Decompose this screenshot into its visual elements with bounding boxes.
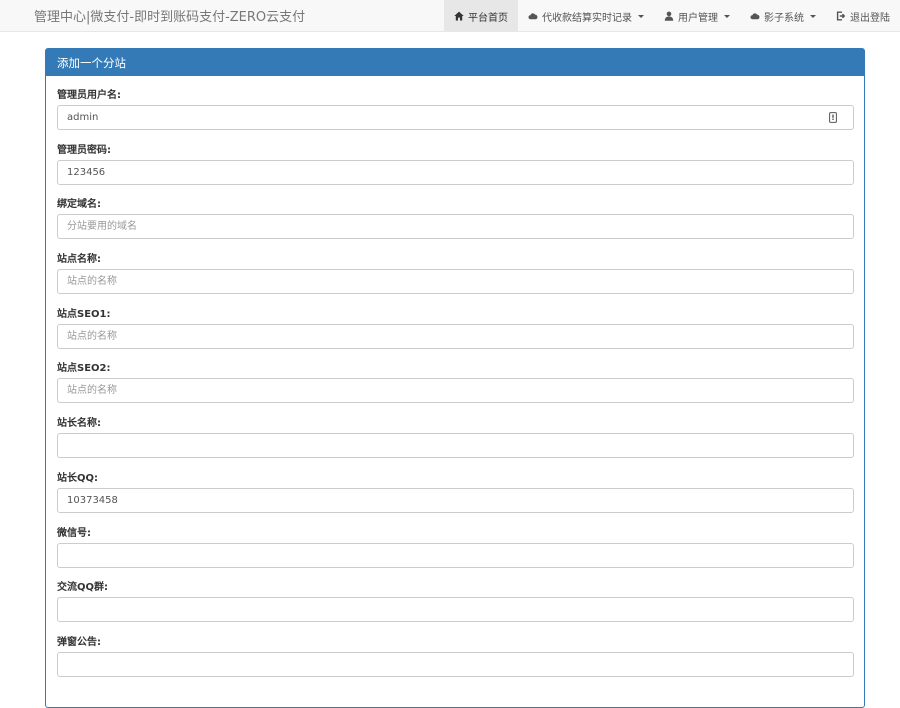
nav-item-shadow-system[interactable]: 影子系统 (740, 0, 826, 32)
form-group-admin-password: 管理员密码: (57, 141, 854, 196)
nav-item-records[interactable]: 代收款结算实时记录 (518, 0, 654, 32)
form-group-qq-group: 交流QQ群: (57, 578, 854, 633)
cloud-icon (528, 13, 538, 20)
nav-item-label: 代收款结算实时记录 (542, 12, 632, 24)
site-seo1-input[interactable] (57, 323, 854, 349)
add-substation-panel: 添加一个分站 管理员用户名: 管理员密码: 绑定域名: 站点名称: (45, 48, 865, 708)
nav-item-label: 用户管理 (678, 12, 718, 24)
form-group-admin-username: 管理员用户名: (57, 86, 854, 141)
wechat-label: 微信号: (57, 527, 91, 539)
site-name-input[interactable] (57, 269, 854, 295)
site-seo2-label: 站点SEO2: (57, 363, 111, 375)
webmaster-name-input[interactable] (57, 433, 854, 459)
admin-username-label: 管理员用户名: (57, 90, 121, 101)
site-seo1-label: 站点SEO1: (57, 308, 111, 320)
chevron-down-icon (638, 14, 644, 18)
form-group-wechat: 微信号: (57, 524, 854, 579)
qq-group-input[interactable] (57, 597, 854, 623)
panel-title: 添加一个分站 (46, 49, 864, 76)
form-group-site-name: 站点名称: (57, 250, 854, 305)
form-group-webmaster-name: 站长名称: (57, 414, 854, 469)
domain-label: 绑定域名: (57, 199, 101, 211)
cloud-icon (750, 13, 760, 20)
chevron-down-icon (810, 14, 816, 18)
webmaster-name-label: 站长名称: (57, 418, 101, 430)
qq-group-label: 交流QQ群: (57, 582, 109, 594)
nav-item-logout[interactable]: 退出登陆 (826, 0, 900, 32)
form-group-webmaster-qq: 站长QQ: (57, 469, 854, 524)
form-group-domain: 绑定域名: (57, 195, 854, 250)
popup-notice-label: 弹窗公告: (57, 636, 101, 648)
site-name-label: 站点名称: (57, 254, 101, 266)
top-navbar: 管理中心|微支付-即时到账码支付-ZERO云支付 平台首页 代收款结算实时记录 … (0, 0, 900, 32)
logout-icon (836, 11, 846, 21)
admin-username-input[interactable] (57, 105, 854, 130)
nav-item-users[interactable]: 用户管理 (654, 0, 740, 32)
nav-item-label: 影子系统 (764, 12, 804, 24)
form-group-site-seo2: 站点SEO2: (57, 359, 854, 414)
form-group-site-seo1: 站点SEO1: (57, 305, 854, 360)
admin-username-wrap (57, 105, 854, 130)
webmaster-qq-input[interactable] (57, 487, 854, 513)
admin-password-label: 管理员密码: (57, 144, 111, 156)
popup-notice-input[interactable] (57, 651, 854, 677)
webmaster-qq-label: 站长QQ: (57, 472, 99, 484)
site-seo2-input[interactable] (57, 378, 854, 404)
add-substation-form: 管理员用户名: 管理员密码: 绑定域名: 站点名称: 站点SEO1: (46, 76, 864, 688)
nav-item-label: 平台首页 (468, 12, 508, 24)
domain-input[interactable] (57, 214, 854, 240)
form-group-popup-notice: 弹窗公告: (57, 633, 854, 688)
wechat-input[interactable] (57, 542, 854, 568)
nav-menu: 平台首页 代收款结算实时记录 用户管理 影子系统 退出登陆 (444, 0, 900, 32)
nav-item-home[interactable]: 平台首页 (444, 0, 518, 32)
password-manager-icon[interactable] (829, 112, 837, 123)
user-icon (664, 11, 674, 21)
nav-item-label: 退出登陆 (850, 12, 890, 24)
admin-password-input[interactable] (57, 159, 854, 185)
site-brand[interactable]: 管理中心|微支付-即时到账码支付-ZERO云支付 (34, 6, 305, 25)
home-icon (454, 11, 464, 21)
chevron-down-icon (724, 14, 730, 18)
